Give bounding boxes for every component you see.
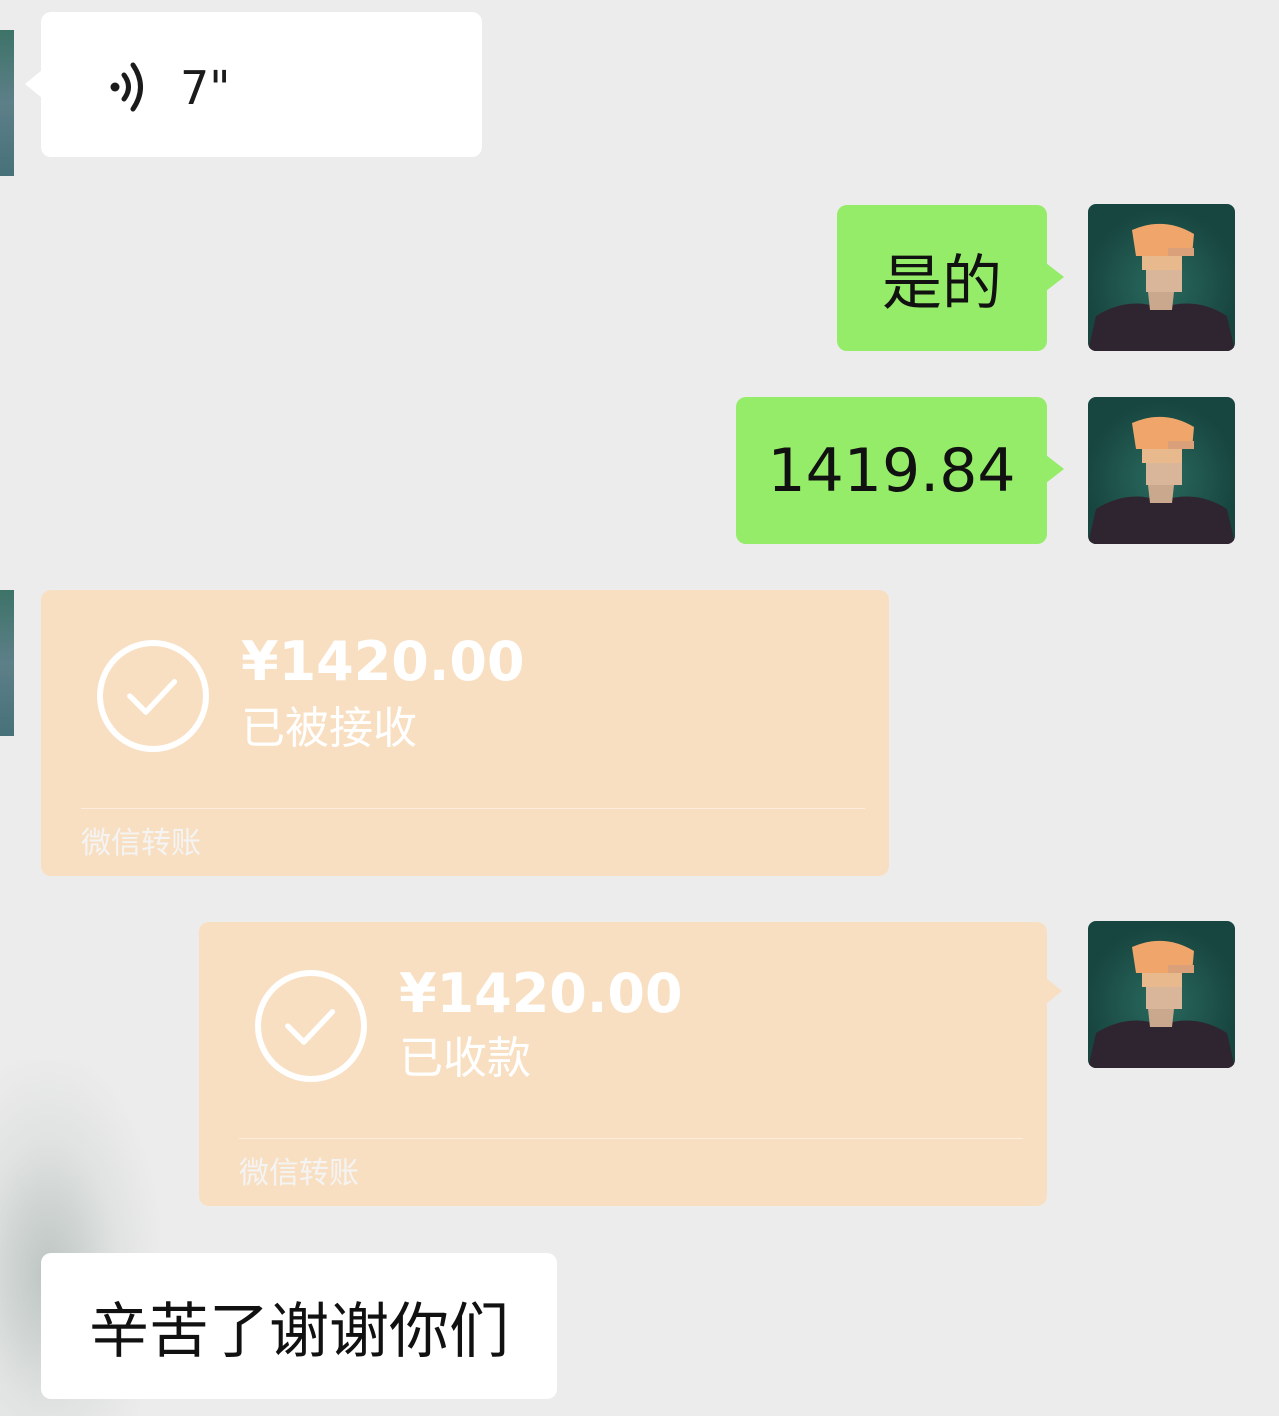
- card-divider: [239, 1138, 1023, 1139]
- card-divider: [81, 808, 865, 809]
- user-avatar[interactable]: [1088, 204, 1235, 351]
- avatar-image: [1088, 940, 1235, 1068]
- message-text: 1419.84: [767, 435, 1016, 506]
- sent-message-bubble[interactable]: 是的: [837, 205, 1064, 351]
- user-avatar[interactable]: [1088, 921, 1235, 1068]
- avatar-image: [1088, 223, 1235, 351]
- transfer-status: 已被接收: [241, 703, 417, 754]
- contact-avatar-partial[interactable]: [0, 590, 14, 736]
- transfer-amount: ¥1420.00: [399, 962, 683, 1025]
- transfer-status: 已收款: [399, 1033, 531, 1084]
- check-circle-icon: [97, 640, 209, 752]
- transfer-footer: 微信转账: [239, 1156, 359, 1191]
- sent-message-bubble[interactable]: 1419.84: [736, 397, 1064, 544]
- contact-avatar-partial[interactable]: [0, 30, 14, 176]
- voice-duration: 7": [180, 61, 231, 115]
- transfer-card-received[interactable]: ¥1420.00 已被接收 微信转账: [41, 590, 889, 876]
- user-avatar[interactable]: [1088, 397, 1235, 544]
- message-text: 是的: [882, 248, 1002, 319]
- transfer-amount: ¥1420.00: [241, 630, 525, 693]
- received-message-bubble[interactable]: 辛苦了谢谢你们: [41, 1253, 557, 1399]
- transfer-card-sent[interactable]: ¥1420.00 已收款 微信转账: [199, 922, 1062, 1206]
- voice-wave-icon: [110, 62, 143, 112]
- transfer-footer: 微信转账: [81, 826, 201, 861]
- voice-message-bubble[interactable]: 7": [25, 12, 482, 157]
- message-text: 辛苦了谢谢你们: [89, 1296, 509, 1367]
- avatar-image: [1088, 416, 1235, 544]
- check-circle-icon: [255, 970, 367, 1082]
